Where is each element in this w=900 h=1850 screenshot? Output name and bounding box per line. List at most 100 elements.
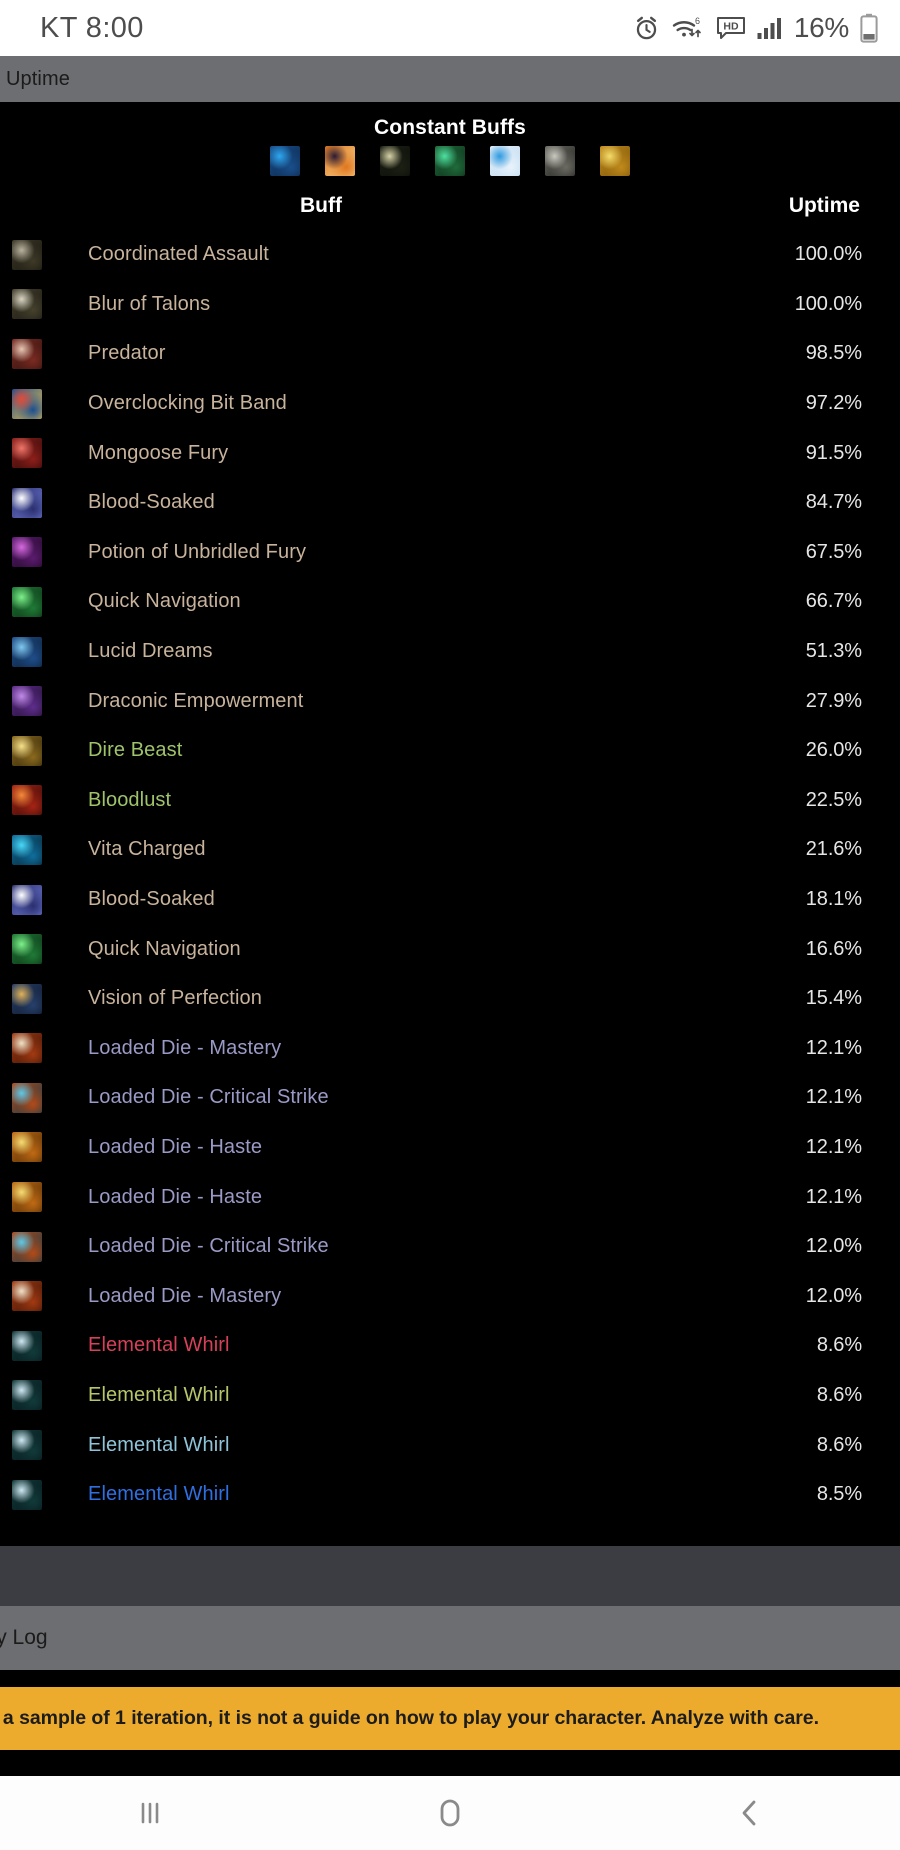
phone-screen: KT 8:00 6 HD 16% Uptime Constant Buffs B…	[0, 0, 900, 1850]
buff-icon	[12, 438, 42, 469]
power-word-fortitude-icon[interactable]	[380, 146, 410, 176]
buff-uptime-value: 12.1%	[805, 1185, 862, 1208]
buff-name: Predator	[88, 342, 166, 365]
buff-icon	[12, 834, 42, 865]
buff-uptime-value: 84.7%	[805, 491, 862, 514]
buff-icon	[12, 1479, 42, 1510]
table-row[interactable]: Loaded Die - Critical Strike 12.0%	[0, 1222, 900, 1272]
buff-uptime-value: 16.6%	[805, 937, 862, 960]
table-row[interactable]: Elemental Whirl 8.6%	[0, 1420, 900, 1470]
table-row[interactable]: Vita Charged 21.6%	[0, 825, 900, 875]
buff-uptime-value: 100.0%	[794, 292, 862, 315]
buff-icon	[12, 1182, 42, 1213]
buff-uptime-value: 51.3%	[805, 640, 862, 663]
buff-uptime-value: 12.1%	[805, 1135, 862, 1158]
buff-name: Blood-Soaked	[88, 491, 215, 514]
buff-uptime-value: 8.5%	[816, 1483, 862, 1506]
buff-uptime-value: 12.0%	[805, 1235, 862, 1258]
footer-gap-2	[0, 1750, 900, 1776]
buff-uptime-value: 66.7%	[805, 590, 862, 613]
buff-uptime-table: Coordinated Assault 100.0% Blur of Talons 1…	[0, 230, 900, 1519]
crystal-diamond-icon[interactable]	[490, 146, 520, 176]
buff-icon	[12, 636, 42, 667]
column-header-uptime: Uptime	[788, 194, 860, 217]
buff-icon	[12, 586, 42, 617]
stone-spaulders-icon[interactable]	[545, 146, 575, 176]
table-row[interactable]: Blood-Soaked 18.1%	[0, 875, 900, 925]
carrier-and-clock: KT 8:00	[40, 11, 144, 44]
svg-text:6: 6	[695, 16, 700, 26]
buff-name: Vision of Perfection	[88, 987, 262, 1010]
table-row[interactable]: Elemental Whirl 8.6%	[0, 1321, 900, 1371]
buff-icon	[12, 735, 42, 766]
buff-icon	[12, 983, 42, 1014]
buff-name: Coordinated Assault	[88, 243, 269, 266]
buff-icon	[12, 785, 42, 816]
table-row[interactable]: Vision of Perfection 15.4%	[0, 974, 900, 1024]
buff-icon	[12, 1231, 42, 1262]
buff-name: Loaded Die - Critical Strike	[88, 1086, 329, 1109]
table-row[interactable]: Coordinated Assault 100.0%	[0, 230, 900, 280]
table-row[interactable]: Loaded Die - Haste 12.1%	[0, 1123, 900, 1173]
hd-icon: HD	[716, 16, 746, 41]
buff-name: Lucid Dreams	[88, 640, 213, 663]
buff-uptime-value: 8.6%	[816, 1334, 862, 1357]
sample-ability-log-title: ple Ability Log	[0, 1626, 48, 1649]
arcane-intellect-icon[interactable]	[270, 146, 300, 176]
table-row[interactable]: Dire Beast 26.0%	[0, 726, 900, 776]
table-row[interactable]: Predator 98.5%	[0, 329, 900, 379]
battle-shout-icon[interactable]	[325, 146, 355, 176]
table-row[interactable]: Quick Navigation 16.6%	[0, 924, 900, 974]
buff-name: Loaded Die - Critical Strike	[88, 1235, 329, 1258]
table-row[interactable]: Loaded Die - Haste 12.1%	[0, 1172, 900, 1222]
golden-flask-icon[interactable]	[600, 146, 630, 176]
home-button[interactable]	[370, 1776, 530, 1850]
table-row[interactable]: Loaded Die - Mastery 12.1%	[0, 1024, 900, 1074]
uptime-report: Constant Buffs Buff Uptime Coordinated A…	[0, 102, 900, 1546]
table-row[interactable]: Elemental Whirl 8.5%	[0, 1470, 900, 1520]
buff-icon	[12, 1330, 42, 1361]
buff-uptime-value: 15.4%	[805, 987, 862, 1010]
buff-uptime-value: 98.5%	[805, 342, 862, 365]
section-header-uptime[interactable]: Uptime	[0, 56, 900, 102]
buff-icon	[12, 1430, 42, 1461]
wifi-6-icon: 6	[671, 15, 705, 42]
buff-name: Quick Navigation	[88, 937, 241, 960]
table-row[interactable]: Potion of Unbridled Fury 67.5%	[0, 528, 900, 578]
table-row[interactable]: Overclocking Bit Band 97.2%	[0, 379, 900, 429]
buff-icon	[12, 934, 42, 965]
buff-name: Elemental Whirl	[88, 1483, 230, 1506]
disclaimer-banner: his is a sample of 1 iteration, it is no…	[0, 1687, 900, 1750]
buff-name: Overclocking Bit Band	[88, 392, 287, 415]
android-navigation-bar	[0, 1776, 900, 1850]
buff-name: Elemental Whirl	[88, 1433, 230, 1456]
table-row[interactable]: Blur of Talons 100.0%	[0, 280, 900, 330]
table-row[interactable]: Blood-Soaked 84.7%	[0, 478, 900, 528]
recents-button[interactable]	[70, 1776, 230, 1850]
buff-name: Dire Beast	[88, 739, 183, 762]
table-row[interactable]: Loaded Die - Mastery 12.0%	[0, 1271, 900, 1321]
buff-icon	[12, 686, 42, 717]
buff-name: Mongoose Fury	[88, 441, 229, 464]
mark-of-the-wild-icon[interactable]	[435, 146, 465, 176]
buff-icon	[12, 1082, 42, 1113]
table-row[interactable]: Lucid Dreams 51.3%	[0, 627, 900, 677]
buff-icon	[12, 1132, 42, 1163]
table-row[interactable]: Mongoose Fury 91.5%	[0, 428, 900, 478]
table-row[interactable]: Elemental Whirl 8.6%	[0, 1371, 900, 1421]
status-icons: 6 HD 16%	[633, 12, 878, 44]
signal-bars-icon	[757, 16, 783, 40]
buff-name: Loaded Die - Haste	[88, 1185, 263, 1208]
section-header-title: Uptime	[6, 67, 70, 90]
section-header-sample-ability-log[interactable]: ple Ability Log	[0, 1606, 900, 1670]
table-header: Buff Uptime	[0, 194, 900, 228]
buff-uptime-value: 97.2%	[805, 392, 862, 415]
buff-uptime-value: 21.6%	[805, 838, 862, 861]
back-icon	[733, 1796, 767, 1830]
buff-uptime-value: 91.5%	[805, 441, 862, 464]
back-button[interactable]	[670, 1776, 830, 1850]
table-row[interactable]: Quick Navigation 66.7%	[0, 577, 900, 627]
table-row[interactable]: Draconic Empowerment 27.9%	[0, 676, 900, 726]
table-row[interactable]: Loaded Die - Critical Strike 12.1%	[0, 1073, 900, 1123]
table-row[interactable]: Bloodlust 22.5%	[0, 776, 900, 826]
